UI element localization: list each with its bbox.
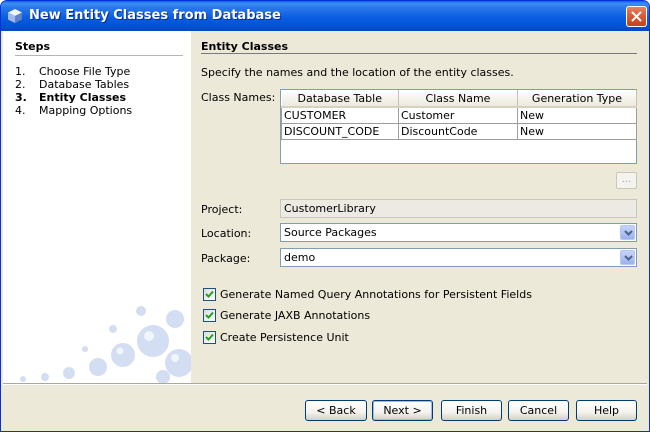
step-item: 4. Mapping Options xyxy=(15,104,133,117)
jaxb-checkbox[interactable] xyxy=(203,309,216,322)
table-cell[interactable]: New xyxy=(517,122,637,140)
persistence-unit-checkbox-label[interactable]: Create Persistence Unit xyxy=(220,331,349,344)
location-dropdown-button[interactable] xyxy=(620,225,635,240)
close-icon xyxy=(631,11,642,22)
steps-panel: Steps 1. Choose File Type 2. Database Tabl… xyxy=(3,31,191,383)
next-button[interactable]: Next > xyxy=(372,400,433,421)
steps-divider xyxy=(15,55,183,56)
title-bar[interactable]: New Entity Classes from Database xyxy=(1,1,649,31)
table-row[interactable]: DISCOUNT_CODE DiscountCode New xyxy=(281,122,637,140)
panel-description: Specify the names and the location of th… xyxy=(201,66,514,79)
named-query-checkbox-label[interactable]: Generate Named Query Annotations for Per… xyxy=(220,288,532,301)
table-cell[interactable]: CUSTOMER xyxy=(281,106,399,124)
package-value: demo xyxy=(284,251,316,264)
table-cell[interactable]: New xyxy=(517,106,637,124)
table-row[interactable]: CUSTOMER Customer New xyxy=(281,106,637,124)
class-names-label: Class Names: xyxy=(201,91,276,104)
named-query-checkbox[interactable] xyxy=(203,288,216,301)
finish-button[interactable]: Finish xyxy=(441,400,502,421)
close-button[interactable] xyxy=(626,6,647,27)
package-label: Package: xyxy=(201,252,251,265)
checkmark-icon xyxy=(205,311,214,319)
checkmark-icon xyxy=(205,290,214,298)
location-select[interactable]: Source Packages xyxy=(280,223,637,242)
dialog-window: New Entity Classes from Database Steps 1… xyxy=(0,0,650,432)
netbeans-cube-icon xyxy=(7,8,23,24)
location-label: Location: xyxy=(201,227,252,240)
table-cell[interactable]: Customer xyxy=(398,106,518,124)
project-label: Project: xyxy=(201,203,243,216)
content-panel: Entity Classes Specify the names and the… xyxy=(191,31,647,383)
table-cell[interactable]: DISCOUNT_CODE xyxy=(281,122,399,140)
cancel-button[interactable]: Cancel xyxy=(508,400,569,421)
steps-list: 1. Choose File Type 2. Database Tables 3. E… xyxy=(15,65,132,117)
checkmark-icon xyxy=(205,333,214,341)
location-value: Source Packages xyxy=(284,226,377,239)
column-header-class-name[interactable]: Class Name xyxy=(398,90,518,108)
chevron-down-icon xyxy=(624,230,633,236)
package-dropdown-button[interactable] xyxy=(620,250,635,265)
help-button[interactable]: Help xyxy=(576,400,637,421)
column-header-database-table[interactable]: Database Table xyxy=(281,90,399,108)
table-header-row: Database Table Class Name Generation Typ… xyxy=(281,90,637,108)
browse-button[interactable]: ... xyxy=(616,172,637,189)
table-cell[interactable]: DiscountCode xyxy=(398,122,518,140)
bubbles-decoration xyxy=(20,306,191,383)
package-combobox[interactable]: demo xyxy=(280,248,637,267)
back-button[interactable]: < Back xyxy=(305,400,367,421)
step-item: 1. Choose File Type xyxy=(15,65,131,78)
column-header-generation-type[interactable]: Generation Type xyxy=(517,90,637,108)
panel-divider xyxy=(201,53,637,54)
step-item: 2. Database Tables xyxy=(15,78,130,91)
persistence-unit-checkbox[interactable] xyxy=(203,331,216,344)
window-title: New Entity Classes from Database xyxy=(29,8,281,23)
jaxb-checkbox-label[interactable]: Generate JAXB Annotations xyxy=(220,309,370,322)
chevron-down-icon xyxy=(624,255,633,261)
button-bar-divider xyxy=(3,383,647,385)
project-field: CustomerLibrary xyxy=(280,199,637,218)
class-names-table[interactable]: Database Table Class Name Generation Typ… xyxy=(280,89,637,164)
panel-heading: Entity Classes xyxy=(201,40,289,53)
step-item-current: 3. Entity Classes xyxy=(15,91,127,104)
steps-heading: Steps xyxy=(15,40,51,53)
